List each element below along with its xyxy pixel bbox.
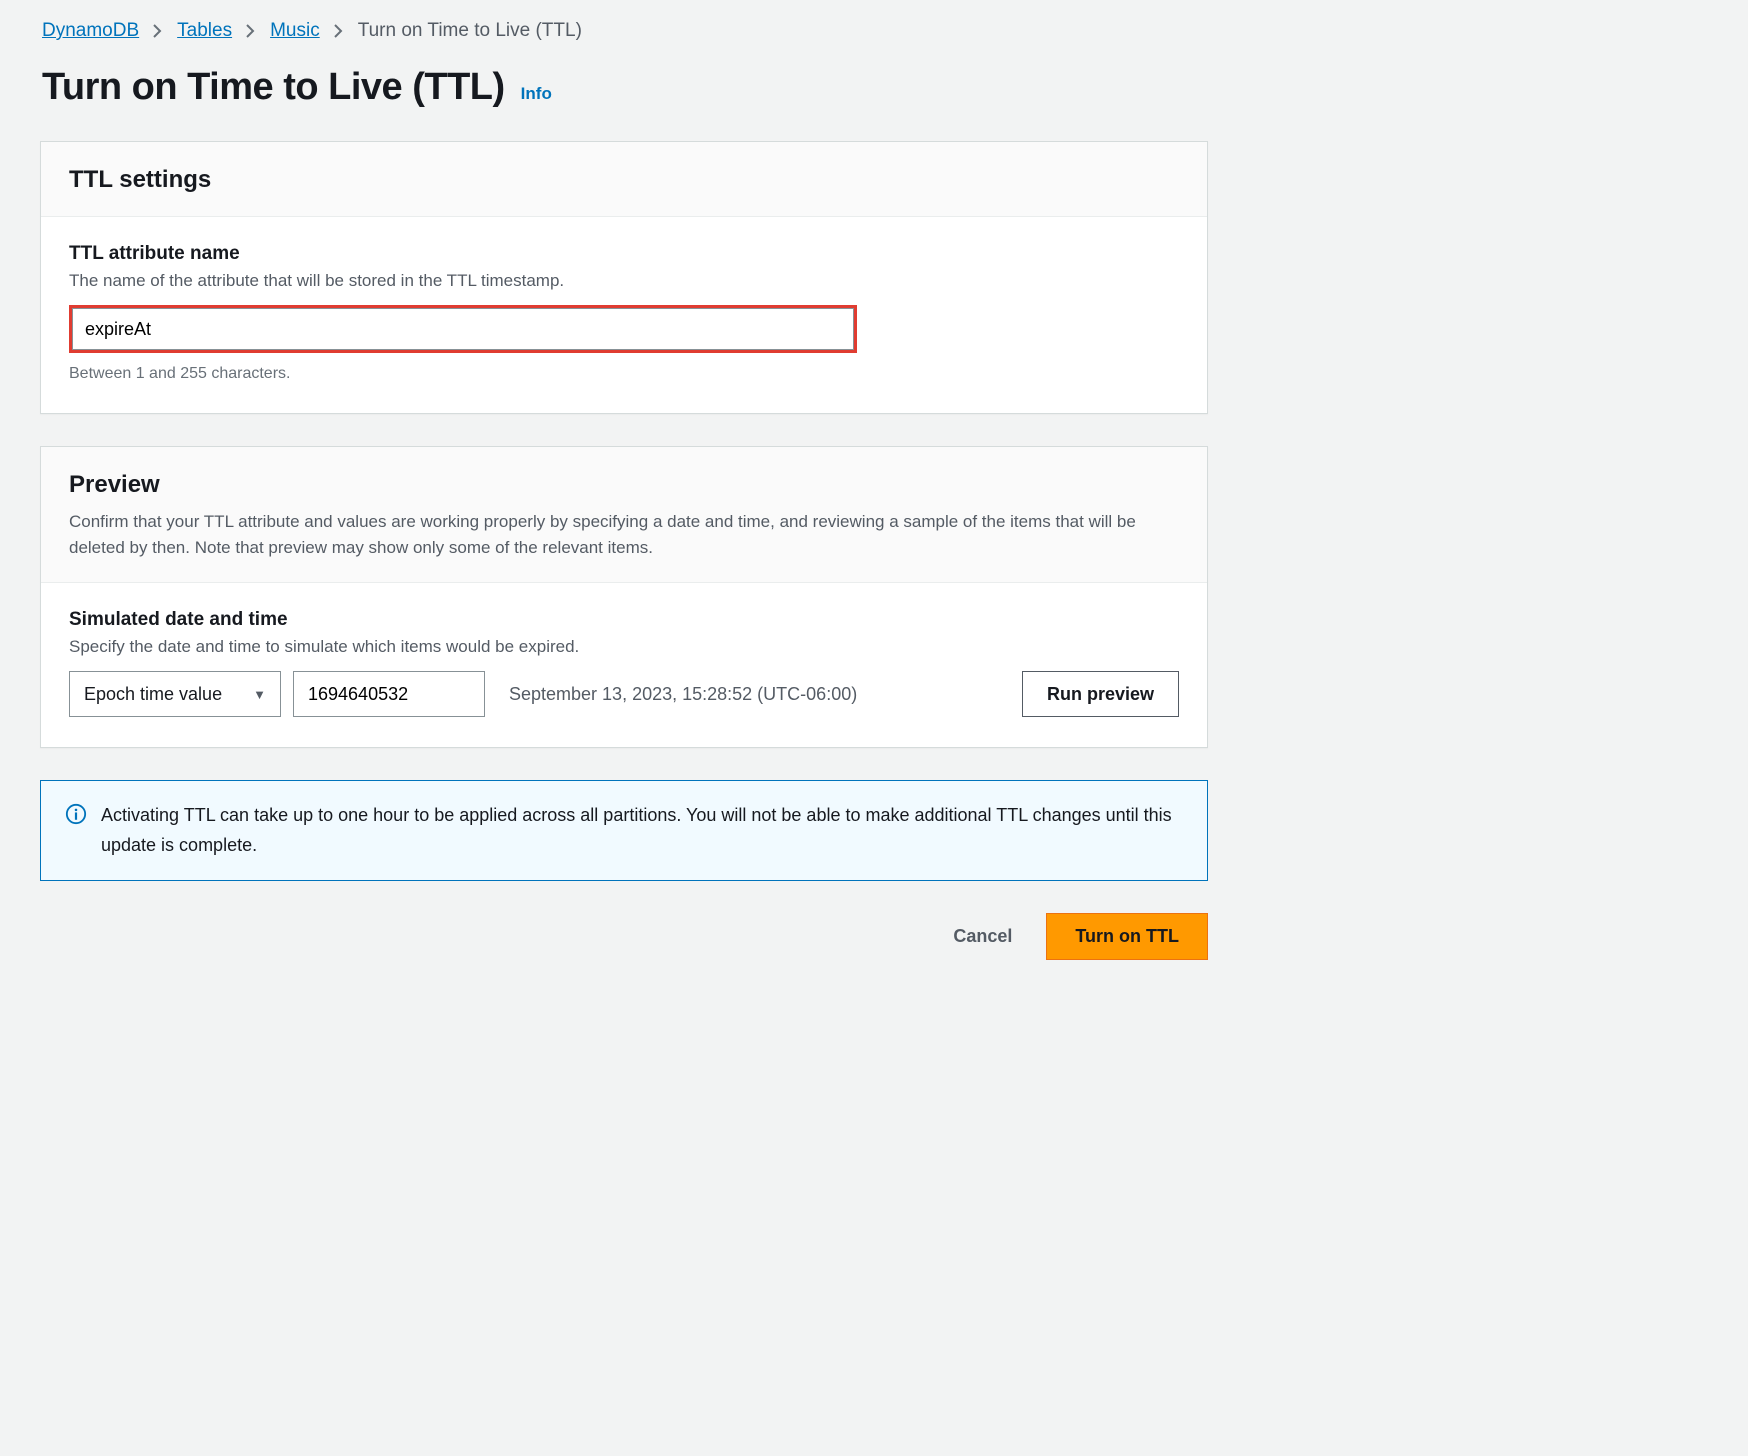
info-alert: Activating TTL can take up to one hour t… xyxy=(40,780,1208,881)
sim-row: Epoch time value ▼ September 13, 2023, 1… xyxy=(69,671,1179,717)
breadcrumb-link-tables[interactable]: Tables xyxy=(177,20,232,42)
preview-subtitle: Confirm that your TTL attribute and valu… xyxy=(69,509,1179,560)
chevron-right-icon xyxy=(153,24,163,38)
panel-body: Simulated date and time Specify the date… xyxy=(41,583,1207,747)
chevron-right-icon xyxy=(334,24,344,38)
cancel-button[interactable]: Cancel xyxy=(939,916,1026,957)
preview-panel: Preview Confirm that your TTL attribute … xyxy=(40,446,1208,748)
ttl-attr-input[interactable] xyxy=(72,308,854,350)
ttl-attr-help: Between 1 and 255 characters. xyxy=(69,365,1179,383)
ttl-settings-title: TTL settings xyxy=(69,166,1179,194)
form-actions: Cancel Turn on TTL xyxy=(40,913,1208,960)
resolved-time: September 13, 2023, 15:28:52 (UTC-06:00) xyxy=(509,684,857,705)
turn-on-ttl-button[interactable]: Turn on TTL xyxy=(1046,913,1208,960)
info-link[interactable]: Info xyxy=(521,84,552,104)
run-preview-button[interactable]: Run preview xyxy=(1022,671,1179,717)
preview-title: Preview xyxy=(69,471,1179,499)
panel-header: Preview Confirm that your TTL attribute … xyxy=(41,447,1207,583)
info-alert-text: Activating TTL can take up to one hour t… xyxy=(101,801,1183,860)
time-format-selected-label: Epoch time value xyxy=(84,684,222,705)
info-icon xyxy=(65,803,87,825)
breadcrumb: DynamoDB Tables Music Turn on Time to Li… xyxy=(40,20,1208,42)
page-header: Turn on Time to Live (TTL) Info xyxy=(40,66,1208,109)
sim-desc: Specify the date and time to simulate wh… xyxy=(69,637,1179,657)
epoch-input[interactable] xyxy=(293,671,485,717)
panel-body: TTL attribute name The name of the attri… xyxy=(41,217,1207,413)
page-title: Turn on Time to Live (TTL) xyxy=(42,66,505,109)
breadcrumb-current: Turn on Time to Live (TTL) xyxy=(358,20,582,42)
sim-label: Simulated date and time xyxy=(69,609,1179,631)
chevron-right-icon xyxy=(246,24,256,38)
breadcrumb-link-music[interactable]: Music xyxy=(270,20,320,42)
ttl-attr-input-highlight xyxy=(69,305,857,353)
ttl-attr-desc: The name of the attribute that will be s… xyxy=(69,271,1179,291)
time-format-select[interactable]: Epoch time value ▼ xyxy=(69,671,281,717)
ttl-attr-label: TTL attribute name xyxy=(69,243,1179,265)
breadcrumb-link-dynamodb[interactable]: DynamoDB xyxy=(42,20,139,42)
panel-header: TTL settings xyxy=(41,142,1207,217)
ttl-settings-panel: TTL settings TTL attribute name The name… xyxy=(40,141,1208,414)
caret-down-icon: ▼ xyxy=(253,687,266,702)
